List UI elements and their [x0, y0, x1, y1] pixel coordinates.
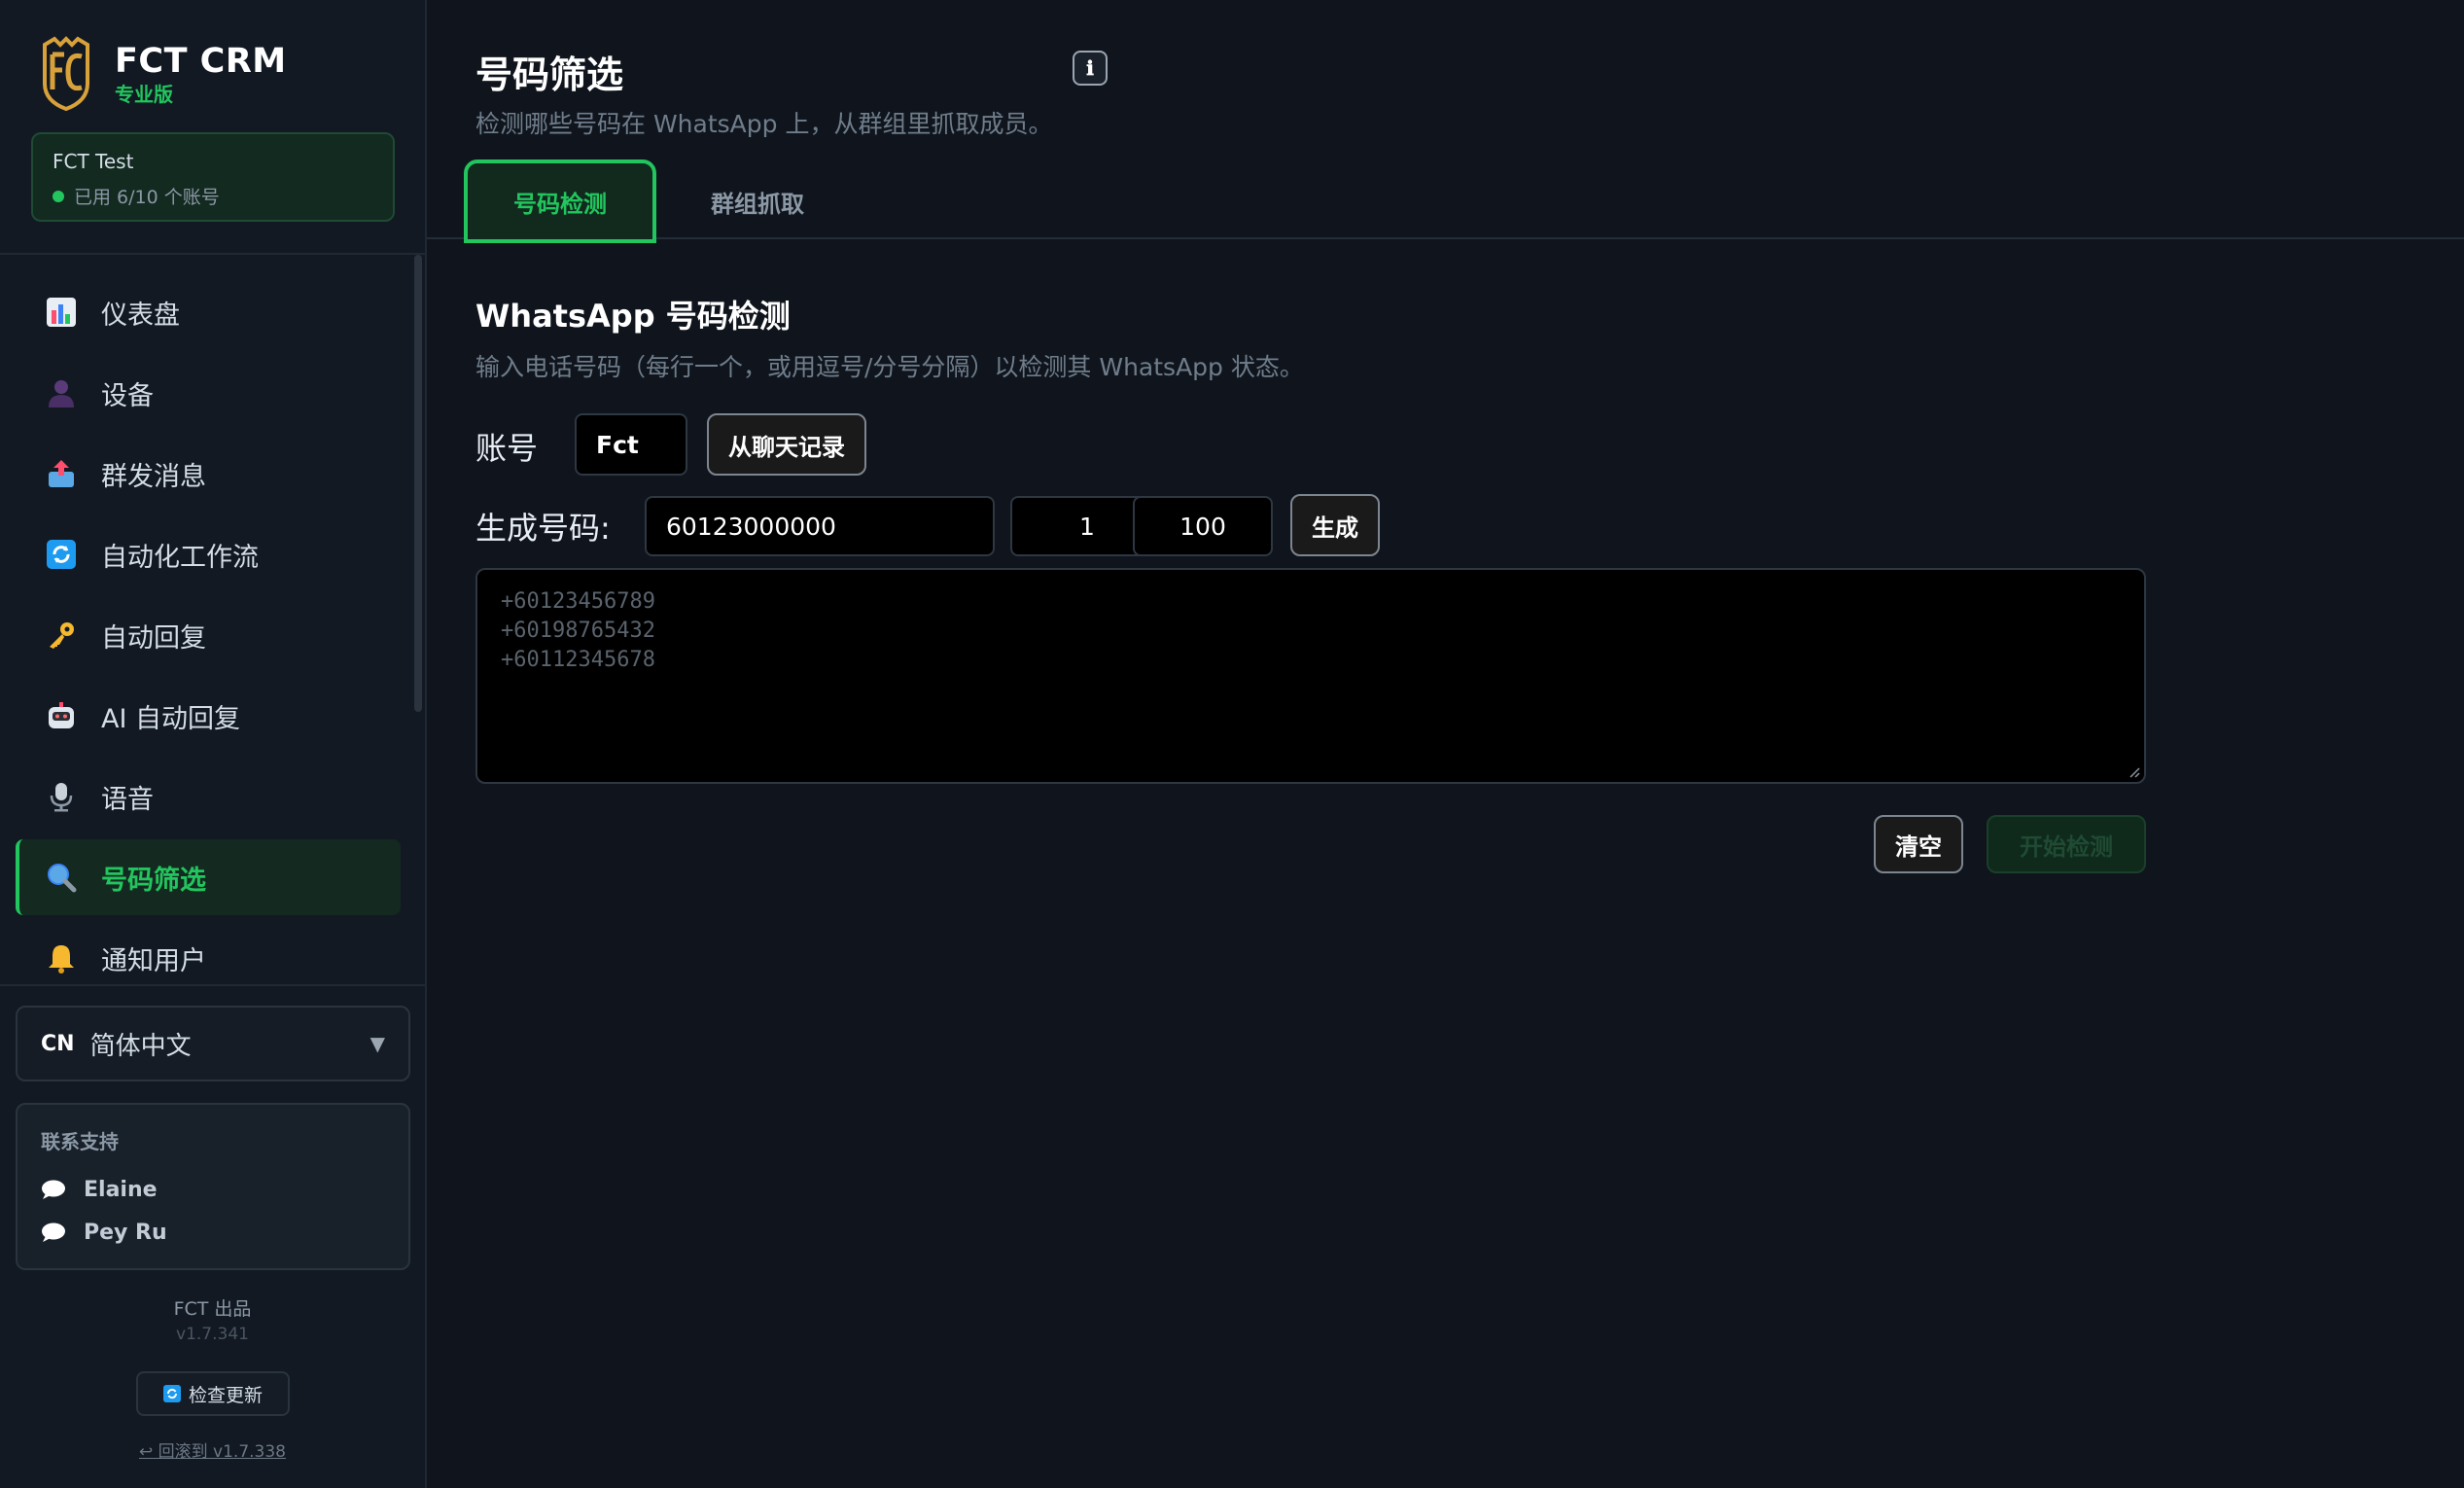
robot-icon — [43, 697, 80, 734]
app-root: FCT CRM 专业版 FCT Test 已用 6/10 个账号 仪表盘 设备 … — [0, 0, 2464, 1488]
page-subtitle: 检测哪些号码在 WhatsApp 上，从群组里抓取成员。 — [475, 110, 1053, 138]
brand-edition: 专业版 — [115, 83, 173, 106]
page-title: 号码筛选 — [475, 53, 624, 96]
microphone-icon — [43, 778, 80, 815]
brand: FCT CRM 专业版 — [39, 35, 287, 113]
generate-count-input[interactable]: 100 — [1133, 496, 1273, 556]
account-usage: 已用 6/10 个账号 — [53, 183, 373, 209]
main-content: 号码筛选 ℹ 检测哪些号码在 WhatsApp 上，从群组里抓取成员。 号码检测… — [427, 0, 2464, 1488]
chart-icon — [43, 294, 80, 331]
brand-name: FCT CRM — [115, 42, 287, 81]
refresh-icon — [43, 536, 80, 573]
magnifier-icon — [43, 859, 80, 896]
support-contact-name: Pey Ru — [84, 1220, 167, 1245]
generate-button[interactable]: 生成 — [1290, 494, 1380, 556]
sidebar-divider-bottom — [0, 984, 425, 986]
rollback-link[interactable]: ↩ 回滚到 v1.7.338 — [0, 1437, 425, 1462]
speech-bubble-icon — [42, 1180, 65, 1199]
sidebar: FCT CRM 专业版 FCT Test 已用 6/10 个账号 仪表盘 设备 … — [0, 0, 427, 1488]
sidebar-item-devices[interactable]: 设备 — [16, 355, 401, 431]
user-silhouette-icon — [43, 374, 80, 411]
language-code: CN — [41, 1031, 75, 1056]
placeholder-line: +60123456789 — [501, 589, 655, 614]
account-name: FCT Test — [53, 150, 134, 173]
sidebar-item-label: 自动化工作流 — [101, 542, 259, 573]
sidebar-scrollbar[interactable] — [414, 255, 422, 712]
check-update-label: 检查更新 — [188, 1384, 263, 1406]
start-check-button[interactable]: 开始检测 — [1987, 815, 2146, 873]
sidebar-item-label: 群发消息 — [101, 461, 206, 492]
clear-button[interactable]: 清空 — [1874, 815, 1963, 873]
language-select[interactable]: CN 简体中文 ▼ — [16, 1006, 410, 1081]
info-icon[interactable]: ℹ — [1073, 51, 1108, 86]
support-title: 联系支持 — [41, 1130, 119, 1153]
generate-label: 生成号码: — [475, 510, 611, 547]
section-title: WhatsApp 号码检测 — [475, 298, 791, 335]
check-update-button[interactable]: 检查更新 — [136, 1371, 290, 1416]
sidebar-item-label: 设备 — [101, 380, 154, 411]
sidebar-item-label: 号码筛选 — [101, 865, 206, 896]
sidebar-item-broadcast[interactable]: 群发消息 — [16, 436, 401, 512]
support-contact-pey-ru[interactable]: Pey Ru — [41, 1211, 385, 1254]
sidebar-nav: 仪表盘 设备 群发消息 自动化工作流 自动回复 AI 自动回复 语音 号码筛选 … — [16, 274, 401, 1001]
sidebar-item-label: 语音 — [101, 784, 154, 815]
tab-number-check[interactable]: 号码检测 — [464, 159, 656, 243]
outbox-tray-icon — [43, 455, 80, 492]
fc-shield-logo-icon — [43, 36, 89, 112]
sidebar-item-voice[interactable]: 语音 — [16, 759, 401, 834]
tab-bar: 号码检测 群组抓取 — [427, 156, 2464, 243]
status-dot-icon — [53, 190, 64, 202]
tab-group-scrape[interactable]: 群组抓取 — [682, 159, 833, 243]
sidebar-item-dashboard[interactable]: 仪表盘 — [16, 274, 401, 350]
account-card[interactable]: FCT Test 已用 6/10 个账号 — [31, 132, 395, 222]
key-icon — [43, 617, 80, 654]
sidebar-item-label: AI 自动回复 — [101, 703, 241, 734]
brand-text: FCT CRM 专业版 — [115, 41, 287, 107]
support-card: 联系支持 Elaine Pey Ru — [16, 1103, 410, 1270]
made-by-text: FCT 出品 — [173, 1298, 252, 1320]
section-description: 输入电话号码（每行一个，或用逗号/分号分隔）以检测其 WhatsApp 状态。 — [475, 353, 1304, 381]
account-usage-text: 已用 6/10 个账号 — [74, 187, 220, 208]
version-text: v1.7.341 — [176, 1325, 249, 1344]
sidebar-item-label: 自动回复 — [101, 622, 206, 654]
support-contact-elaine[interactable]: Elaine — [41, 1168, 385, 1211]
sidebar-item-label: 通知用户 — [101, 945, 206, 976]
sidebar-item-ai-auto-reply[interactable]: AI 自动回复 — [16, 678, 401, 754]
sidebar-item-label: 仪表盘 — [101, 300, 180, 331]
phone-numbers-textarea[interactable]: +60123456789 +60198765432 +60112345678 — [475, 568, 2146, 784]
sidebar-item-number-filter[interactable]: 号码筛选 — [16, 839, 401, 915]
language-label: 简体中文 — [89, 1031, 192, 1061]
from-chat-history-button[interactable]: 从聊天记录 — [707, 413, 866, 476]
account-select[interactable]: Fct — [575, 413, 687, 476]
placeholder-line: +60112345678 — [501, 648, 655, 672]
resize-handle-icon[interactable] — [2127, 764, 2140, 778]
sidebar-divider-top — [0, 253, 425, 255]
support-contact-name: Elaine — [84, 1177, 158, 1202]
account-label: 账号 — [475, 430, 539, 467]
chevron-down-icon: ▼ — [370, 1032, 385, 1055]
refresh-icon — [162, 1385, 181, 1402]
bell-icon — [43, 939, 80, 976]
speech-bubble-icon — [42, 1222, 65, 1242]
sidebar-item-auto-reply[interactable]: 自动回复 — [16, 597, 401, 673]
placeholder-line: +60198765432 — [501, 619, 655, 643]
generate-prefix-input[interactable]: 60123000000 — [645, 496, 995, 556]
sidebar-item-automation[interactable]: 自动化工作流 — [16, 516, 401, 592]
